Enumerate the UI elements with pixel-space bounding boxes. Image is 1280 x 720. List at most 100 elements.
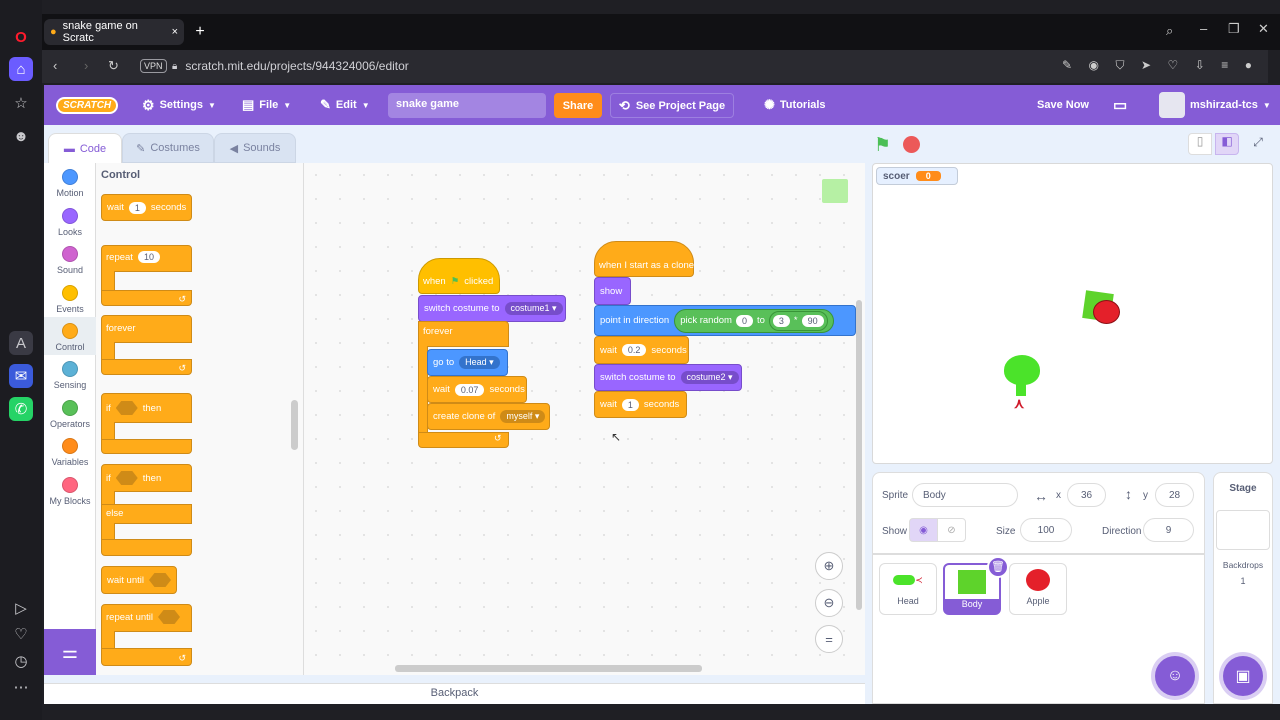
- condition-slot[interactable]: [115, 401, 138, 415]
- see-project-page-button[interactable]: ⟲ See Project Page: [610, 93, 734, 118]
- condition-slot[interactable]: [148, 573, 171, 587]
- condition-slot[interactable]: [115, 471, 138, 485]
- category-operators[interactable]: Operators: [44, 394, 96, 432]
- choose-sprite-button[interactable]: ☺: [1155, 656, 1195, 696]
- edit-icon[interactable]: ✎: [1062, 58, 1072, 73]
- wait-block[interactable]: wait 0.2 seconds: [594, 336, 689, 364]
- send-icon[interactable]: ➤: [1141, 58, 1151, 73]
- palette-if-else-block[interactable]: if then else: [101, 464, 192, 556]
- y-input[interactable]: 28: [1155, 483, 1194, 507]
- whatsapp-icon[interactable]: ✆: [9, 397, 33, 421]
- account-menu[interactable]: mshirzad-tcs ▼: [1159, 85, 1271, 125]
- my-stuff-folder-icon[interactable]: ▭: [1113, 85, 1127, 125]
- history-icon[interactable]: ◷: [9, 649, 33, 673]
- costume-dropdown[interactable]: costume1 ▾: [504, 302, 563, 315]
- wait-input[interactable]: 0.07: [454, 383, 485, 396]
- green-flag-icon[interactable]: ⚑: [874, 134, 891, 157]
- category-motion[interactable]: Motion: [44, 163, 96, 201]
- sprite-thumb-head[interactable]: ≺ Head: [879, 563, 937, 615]
- wait-block[interactable]: wait 1 seconds: [594, 391, 687, 418]
- edit-menu[interactable]: ✎ Edit ▼: [320, 85, 370, 125]
- zoom-out-button[interactable]: ⊖: [815, 589, 843, 617]
- close-window-icon[interactable]: ✕: [1258, 21, 1269, 37]
- player-icon[interactable]: ▷: [9, 596, 33, 620]
- forward-icon[interactable]: ›: [84, 58, 88, 73]
- point-in-direction-block[interactable]: point in direction pick random 0 to 3 * …: [594, 305, 856, 336]
- wait-input[interactable]: 1: [128, 201, 146, 214]
- stop-icon[interactable]: [903, 136, 920, 153]
- fullscreen-icon[interactable]: ⤢: [1248, 135, 1268, 155]
- new-tab-icon[interactable]: +: [191, 23, 209, 41]
- direction-input[interactable]: 9: [1143, 518, 1194, 542]
- pick-random-reporter[interactable]: pick random 0 to 3 * 90: [674, 308, 834, 333]
- stage-canvas[interactable]: [872, 163, 1273, 464]
- shield-icon[interactable]: ⛉: [1115, 58, 1124, 73]
- reload-icon[interactable]: ↻: [108, 58, 119, 74]
- wait-input[interactable]: 1: [621, 398, 639, 411]
- multiply-b-input[interactable]: 90: [801, 314, 824, 327]
- zoom-reset-button[interactable]: =: [815, 625, 843, 653]
- show-block[interactable]: show: [594, 277, 631, 305]
- close-tab-icon[interactable]: ×: [172, 26, 178, 38]
- multiply-a-input[interactable]: 3: [772, 314, 790, 327]
- palette-repeat-block[interactable]: repeat 10 ↺: [101, 245, 192, 306]
- palette-repeat-until-block[interactable]: repeat until ↺: [101, 604, 192, 666]
- tab-sounds[interactable]: ◀ Sounds: [214, 133, 296, 163]
- profile-icon[interactable]: ●: [1245, 58, 1252, 73]
- stage-thumbnail[interactable]: [1216, 510, 1270, 550]
- messenger-icon[interactable]: ✉: [9, 364, 33, 388]
- vpn-badge[interactable]: VPN: [140, 58, 167, 73]
- when-flag-clicked-block[interactable]: when ⚑ clicked: [418, 272, 498, 290]
- clone-dropdown[interactable]: myself ▾: [500, 410, 546, 423]
- search-tabs-icon[interactable]: ⌕: [1166, 23, 1173, 39]
- code-workspace[interactable]: [304, 163, 865, 675]
- apple-sprite[interactable]: [1093, 300, 1120, 324]
- aria-icon[interactable]: A: [9, 331, 33, 355]
- restore-icon[interactable]: ❐: [1228, 21, 1240, 37]
- create-clone-block[interactable]: create clone of myself ▾: [427, 403, 550, 430]
- minimize-icon[interactable]: –: [1200, 21, 1207, 36]
- download-icon[interactable]: ⇩: [1195, 58, 1205, 73]
- url-field[interactable]: 🔒︎ scratch.mit.edu/projects/944324006/ed…: [172, 55, 1172, 77]
- category-looks[interactable]: Looks: [44, 202, 96, 240]
- show-visible-button[interactable]: ◉: [909, 518, 938, 542]
- switch-costume-block[interactable]: switch costume to costume2 ▾: [594, 364, 742, 391]
- scratch-logo[interactable]: SCRATCH: [56, 85, 119, 125]
- palette-if-block[interactable]: if then: [101, 393, 192, 454]
- back-icon[interactable]: ‹: [53, 58, 57, 73]
- share-button[interactable]: Share: [554, 93, 602, 118]
- when-i-start-as-clone-block[interactable]: when I start as a clone: [594, 256, 699, 274]
- switch-costume-block[interactable]: switch costume to costume1 ▾: [418, 295, 566, 322]
- palette-wait-block[interactable]: wait 1 seconds: [101, 194, 193, 221]
- palette-forever-block[interactable]: forever ↺: [101, 315, 192, 375]
- settings-menu[interactable]: ⚙ Settings ▼: [142, 85, 216, 125]
- category-events[interactable]: Events: [44, 279, 96, 317]
- sprite-name-input[interactable]: Body: [912, 483, 1018, 507]
- category-my-blocks[interactable]: My Blocks: [44, 471, 96, 509]
- more-icon[interactable]: ⋯: [9, 675, 33, 699]
- delete-sprite-trash-icon[interactable]: 🗑︎: [987, 556, 1009, 578]
- add-extension-button[interactable]: ⚌: [44, 629, 96, 675]
- repeat-input[interactable]: 10: [137, 251, 160, 263]
- tab-costumes[interactable]: ✎ Costumes: [122, 133, 214, 163]
- opera-logo-icon[interactable]: O: [9, 25, 33, 49]
- palette-scrollbar[interactable]: [291, 400, 298, 450]
- small-stage-icon[interactable]: ▯: [1188, 133, 1212, 155]
- home-icon[interactable]: ⌂: [9, 57, 33, 81]
- condition-slot[interactable]: [158, 610, 181, 624]
- backpack[interactable]: Backpack: [44, 683, 865, 704]
- workspace-hscrollbar[interactable]: [395, 665, 702, 672]
- category-variables[interactable]: Variables: [44, 432, 96, 470]
- tab-code[interactable]: ▬ Code: [48, 133, 122, 163]
- go-to-dropdown[interactable]: Head ▾: [459, 356, 500, 369]
- category-sound[interactable]: Sound: [44, 240, 96, 278]
- choose-backdrop-button[interactable]: ▣: [1223, 656, 1263, 696]
- game-icon[interactable]: ☻: [9, 124, 33, 148]
- random-from-input[interactable]: 0: [735, 314, 753, 327]
- menu-icon[interactable]: ≡: [1221, 58, 1228, 73]
- project-title-input[interactable]: snake game: [388, 93, 546, 118]
- head-sprite[interactable]: [1004, 355, 1040, 385]
- zoom-in-button[interactable]: ⊕: [815, 552, 843, 580]
- heart-icon[interactable]: ♡: [9, 622, 33, 646]
- file-menu[interactable]: ▤ File ▼: [242, 85, 291, 125]
